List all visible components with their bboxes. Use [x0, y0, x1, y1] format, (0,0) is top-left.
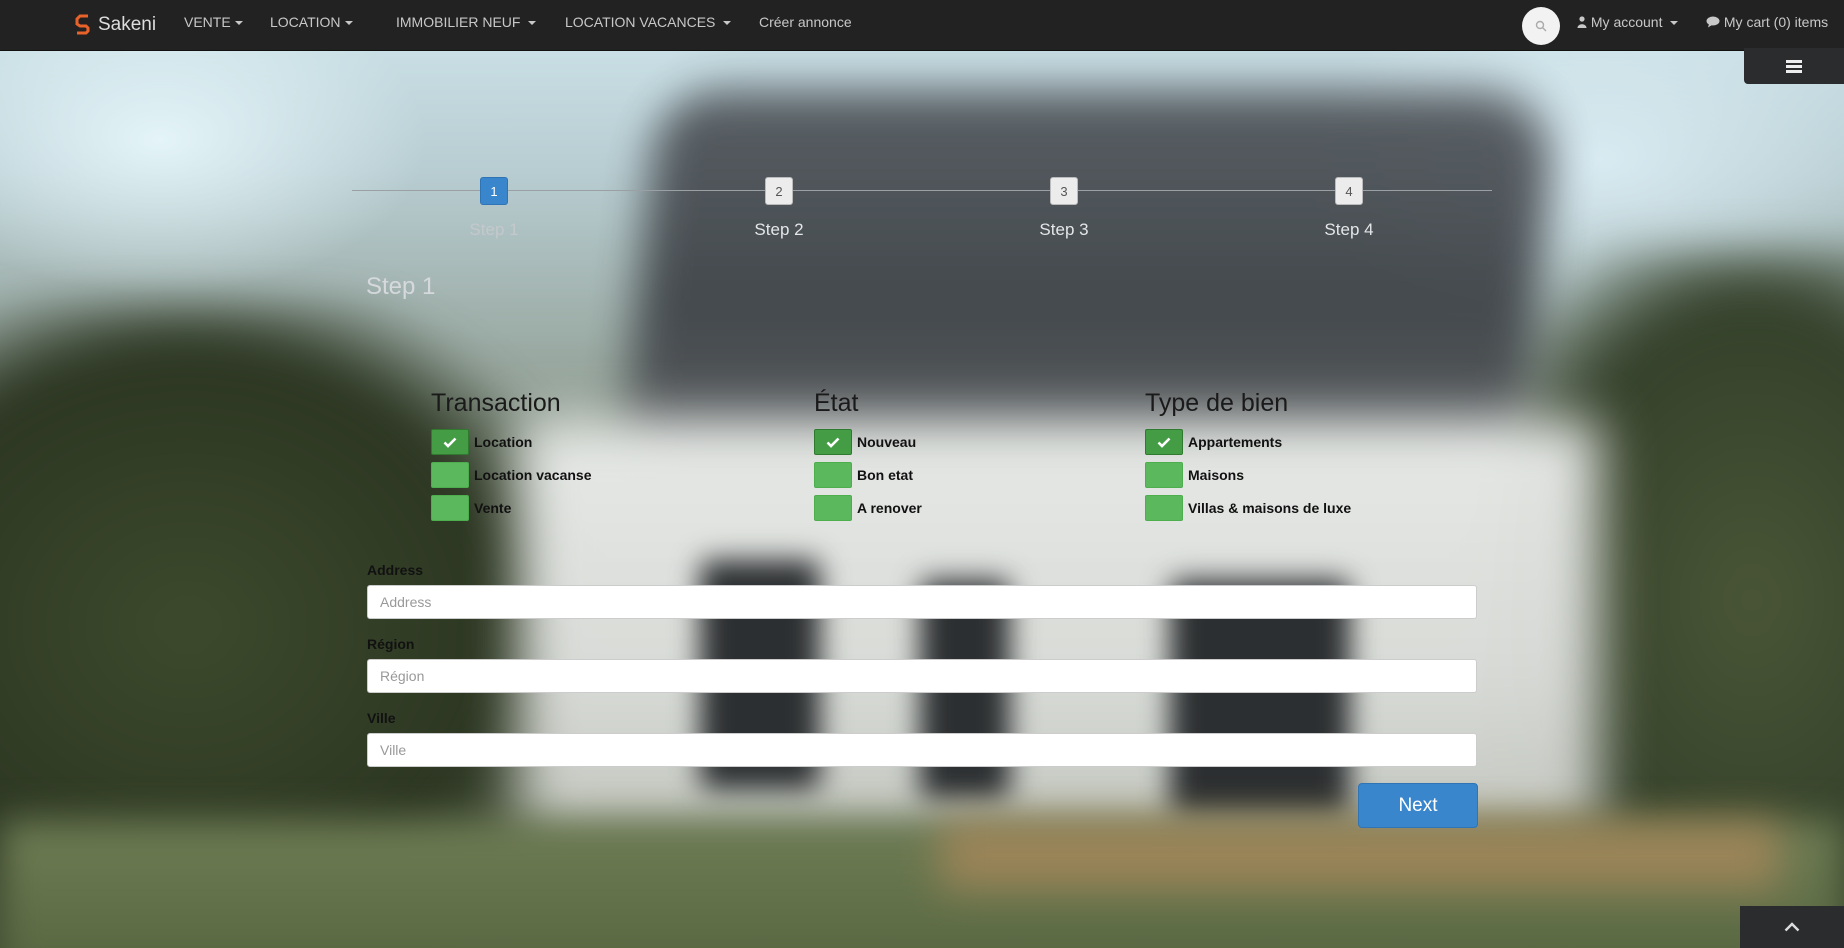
search-icon — [1535, 20, 1547, 32]
ville-label: Ville — [367, 710, 396, 726]
etat-option-a-renover[interactable]: A renover — [814, 494, 922, 522]
option-label: A renover — [857, 500, 922, 516]
type-option-maisons[interactable]: Maisons — [1145, 461, 1244, 489]
step-2-label: Step 2 — [754, 220, 804, 239]
nav-immobilier-neuf-label: IMMOBILIER NEUF — [396, 14, 521, 30]
step-4-number: 4 — [1345, 183, 1353, 199]
search-button[interactable] — [1522, 7, 1560, 45]
checkbox-unchecked[interactable] — [814, 495, 852, 521]
step-3-number: 3 — [1060, 183, 1068, 199]
caret-down-icon — [344, 21, 353, 26]
address-input[interactable] — [367, 585, 1477, 619]
option-label: Maisons — [1188, 467, 1245, 483]
ville-input[interactable] — [367, 733, 1477, 767]
type-option-appartements[interactable]: Appartements — [1145, 428, 1282, 456]
etat-option-bon-etat[interactable]: Bon etat — [814, 461, 913, 489]
step-3-label: Step 3 — [1039, 220, 1089, 239]
caret-down-icon — [528, 21, 537, 26]
checkbox-unchecked[interactable] — [1145, 495, 1183, 521]
my-account-label: My account — [1590, 14, 1663, 30]
back-to-top-button[interactable] — [1740, 906, 1844, 948]
etat-group-title: État — [814, 389, 859, 417]
brand-name: Sakeni — [98, 14, 157, 35]
blurred-house-background — [0, 0, 1844, 948]
transaction-option-location[interactable]: Location — [431, 428, 532, 456]
nav-vente-label: VENTE — [184, 14, 231, 30]
checkbox-unchecked[interactable] — [431, 462, 469, 488]
option-label: Appartements — [1188, 434, 1283, 450]
step-1-indicator[interactable]: 1 — [480, 177, 508, 205]
checkbox-unchecked[interactable] — [814, 462, 852, 488]
step-4-label: Step 4 — [1324, 220, 1374, 239]
option-label: Nouveau — [857, 434, 917, 450]
check-icon — [1157, 437, 1171, 448]
option-label: Villas & maisons de luxe — [1188, 500, 1352, 516]
current-step-title: Step 1 — [366, 273, 436, 300]
checkbox-checked[interactable] — [1145, 429, 1183, 455]
step-1-number: 1 — [490, 183, 498, 199]
checkbox-unchecked[interactable] — [1145, 462, 1183, 488]
stepper-track — [352, 190, 1492, 191]
nav-immobilier-neuf-dropdown[interactable]: IMMOBILIER NEUF — [396, 14, 537, 30]
transaction-group-title: Transaction — [431, 389, 561, 417]
side-menu-toggle[interactable] — [1744, 48, 1844, 84]
my-cart-label: My cart (0) items — [1723, 14, 1829, 30]
user-icon — [1577, 16, 1587, 28]
nav-creer-annonce-link[interactable]: Créer annonce — [759, 14, 852, 30]
hamburger-icon — [1786, 58, 1802, 75]
address-label: Address — [367, 562, 424, 578]
step-2-indicator[interactable]: 2 — [765, 177, 793, 205]
type-de-bien-group-title: Type de bien — [1145, 389, 1289, 417]
checkbox-checked[interactable] — [814, 429, 852, 455]
nav-creer-annonce-label: Créer annonce — [759, 14, 852, 30]
step-4-indicator[interactable]: 4 — [1335, 177, 1363, 205]
checkbox-checked[interactable] — [431, 429, 469, 455]
checkbox-unchecked[interactable] — [431, 495, 469, 521]
nav-location-label: LOCATION — [270, 14, 341, 30]
caret-down-icon — [723, 21, 732, 26]
nav-location-dropdown[interactable]: LOCATION — [270, 14, 353, 30]
check-icon — [443, 437, 457, 448]
option-label: Bon etat — [857, 467, 913, 483]
nav-vente-dropdown[interactable]: VENTE — [184, 14, 243, 30]
my-account-dropdown[interactable]: My account — [1577, 14, 1679, 30]
transaction-option-location-vacanse[interactable]: Location vacanse — [431, 461, 592, 489]
region-label: Région — [367, 636, 415, 652]
option-label: Location — [474, 434, 533, 450]
my-cart-link[interactable]: My cart (0) items — [1706, 14, 1828, 30]
type-option-villas[interactable]: Villas & maisons de luxe — [1145, 494, 1351, 522]
caret-down-icon — [234, 21, 243, 26]
nav-location-vacances-dropdown[interactable]: LOCATION VACANCES — [565, 14, 732, 30]
next-button[interactable]: Next — [1358, 783, 1478, 828]
check-icon — [826, 437, 840, 448]
region-input[interactable] — [367, 659, 1477, 693]
etat-option-nouveau[interactable]: Nouveau — [814, 428, 916, 456]
sakeni-logo-icon — [75, 14, 90, 35]
option-label: Location vacanse — [474, 467, 592, 483]
comment-icon — [1706, 16, 1720, 28]
caret-down-icon — [1670, 21, 1679, 26]
brand-link[interactable]: Sakeni — [74, 10, 156, 40]
transaction-option-vente[interactable]: Vente — [431, 494, 511, 522]
step-2-number: 2 — [775, 183, 783, 199]
option-label: Vente — [474, 500, 512, 516]
step-1-label: Step 1 — [469, 220, 519, 239]
nav-location-vacances-label: LOCATION VACANCES — [565, 14, 716, 30]
step-3-indicator[interactable]: 3 — [1050, 177, 1078, 205]
top-navbar: Sakeni VENTE LOCATION IMMOBILIER NEUF LO… — [0, 0, 1844, 51]
chevron-up-icon — [1784, 922, 1800, 932]
